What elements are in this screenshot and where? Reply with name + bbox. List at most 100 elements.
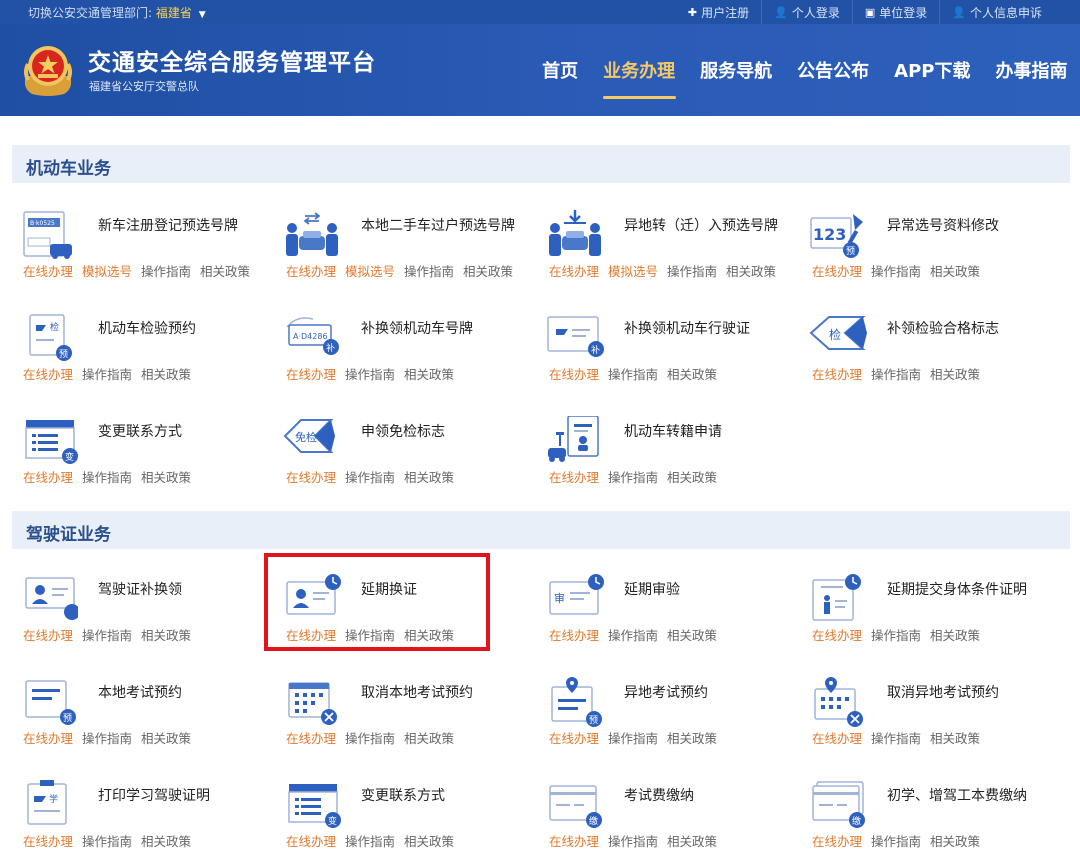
- online-handle-link[interactable]: 在线办理: [549, 261, 599, 280]
- policy-link[interactable]: 相关政策: [141, 625, 191, 644]
- region-switcher[interactable]: 切换公安交通管理部门: 福建省 ▼: [28, 4, 206, 21]
- service-name[interactable]: 机动车检验预约: [96, 319, 266, 340]
- online-handle-link[interactable]: 在线办理: [286, 831, 336, 850]
- policy-link[interactable]: 相关政策: [667, 364, 717, 383]
- mock-select-link[interactable]: 模拟选号: [345, 261, 395, 280]
- service-name[interactable]: 本地二手车过户预选号牌: [351, 216, 521, 237]
- guide-link[interactable]: 操作指南: [871, 364, 921, 383]
- service-name[interactable]: 申领免检标志: [359, 422, 529, 443]
- service-name[interactable]: 变更联系方式: [359, 786, 529, 807]
- online-handle-link[interactable]: 在线办理: [812, 728, 862, 747]
- policy-link[interactable]: 相关政策: [667, 467, 717, 486]
- guide-link[interactable]: 操作指南: [871, 831, 921, 850]
- online-handle-link[interactable]: 在线办理: [549, 625, 599, 644]
- guide-link[interactable]: 操作指南: [608, 728, 658, 747]
- guide-link[interactable]: 操作指南: [345, 728, 395, 747]
- service-name[interactable]: 取消本地考试预约: [359, 683, 529, 704]
- service-name[interactable]: 补换领机动车号牌: [359, 319, 529, 340]
- nav-business[interactable]: 业务办理: [591, 24, 688, 116]
- service-name[interactable]: 驾驶证补换领: [96, 580, 266, 601]
- service-name[interactable]: 初学、增驾工本费缴纳: [877, 786, 1047, 807]
- guide-link[interactable]: 操作指南: [141, 261, 191, 280]
- online-handle-link[interactable]: 在线办理: [549, 831, 599, 850]
- guide-link[interactable]: 操作指南: [345, 364, 395, 383]
- service-name[interactable]: 考试费缴纳: [622, 786, 792, 807]
- service-name[interactable]: 补领检验合格标志: [885, 319, 1055, 340]
- guide-link[interactable]: 操作指南: [608, 625, 658, 644]
- online-handle-link[interactable]: 在线办理: [812, 364, 862, 383]
- policy-link[interactable]: 相关政策: [726, 261, 776, 280]
- online-handle-link[interactable]: 在线办理: [812, 261, 862, 280]
- policy-link[interactable]: 相关政策: [141, 364, 191, 383]
- online-handle-link[interactable]: 在线办理: [23, 467, 73, 486]
- online-handle-link[interactable]: 在线办理: [286, 261, 336, 280]
- guide-link[interactable]: 操作指南: [404, 261, 454, 280]
- online-handle-link[interactable]: 在线办理: [286, 364, 336, 383]
- service-name[interactable]: 机动车转籍申请: [622, 422, 792, 443]
- policy-link[interactable]: 相关政策: [930, 831, 980, 850]
- guide-link[interactable]: 操作指南: [82, 728, 132, 747]
- policy-link[interactable]: 相关政策: [200, 261, 250, 280]
- policy-link[interactable]: 相关政策: [404, 364, 454, 383]
- guide-link[interactable]: 操作指南: [871, 625, 921, 644]
- service-name[interactable]: 延期提交身体条件证明: [877, 580, 1047, 601]
- service-name[interactable]: 异常选号资料修改: [885, 216, 1055, 237]
- personal-login-link[interactable]: 👤 个人登录: [761, 0, 852, 24]
- policy-link[interactable]: 相关政策: [404, 831, 454, 850]
- online-handle-link[interactable]: 在线办理: [23, 364, 73, 383]
- guide-link[interactable]: 操作指南: [345, 831, 395, 850]
- policy-link[interactable]: 相关政策: [930, 261, 980, 280]
- mock-select-link[interactable]: 模拟选号: [608, 261, 658, 280]
- guide-link[interactable]: 操作指南: [82, 364, 132, 383]
- online-handle-link[interactable]: 在线办理: [812, 625, 862, 644]
- policy-link[interactable]: 相关政策: [930, 364, 980, 383]
- policy-link[interactable]: 相关政策: [404, 467, 454, 486]
- nav-home[interactable]: 首页: [530, 24, 591, 116]
- service-name[interactable]: 延期审验: [622, 580, 792, 601]
- guide-link[interactable]: 操作指南: [608, 831, 658, 850]
- service-name[interactable]: 新车注册登记预选号牌: [88, 216, 258, 237]
- guide-link[interactable]: 操作指南: [608, 364, 658, 383]
- guide-link[interactable]: 操作指南: [82, 625, 132, 644]
- online-handle-link[interactable]: 在线办理: [23, 831, 73, 850]
- org-login-link[interactable]: ▣ 单位登录: [851, 0, 939, 24]
- nav-service-guide[interactable]: 服务导航: [688, 24, 785, 116]
- service-name[interactable]: 变更联系方式: [96, 422, 266, 443]
- guide-link[interactable]: 操作指南: [82, 831, 132, 850]
- info-appeal-link[interactable]: 👤 个人信息申诉: [939, 0, 1054, 24]
- guide-link[interactable]: 操作指南: [667, 261, 717, 280]
- policy-link[interactable]: 相关政策: [667, 625, 717, 644]
- policy-link[interactable]: 相关政策: [667, 831, 717, 850]
- policy-link[interactable]: 相关政策: [141, 728, 191, 747]
- guide-link[interactable]: 操作指南: [871, 261, 921, 280]
- online-handle-link[interactable]: 在线办理: [812, 831, 862, 850]
- online-handle-link[interactable]: 在线办理: [549, 467, 599, 486]
- online-handle-link[interactable]: 在线办理: [286, 467, 336, 486]
- mock-select-link[interactable]: 模拟选号: [82, 261, 132, 280]
- policy-link[interactable]: 相关政策: [141, 831, 191, 850]
- policy-link[interactable]: 相关政策: [930, 728, 980, 747]
- service-name[interactable]: 补换领机动车行驶证: [614, 319, 784, 340]
- guide-link[interactable]: 操作指南: [608, 467, 658, 486]
- region-value[interactable]: 福建省: [156, 6, 192, 20]
- online-handle-link[interactable]: 在线办理: [286, 728, 336, 747]
- policy-link[interactable]: 相关政策: [930, 625, 980, 644]
- policy-link[interactable]: 相关政策: [463, 261, 513, 280]
- service-name[interactable]: 本地考试预约: [96, 683, 266, 704]
- nav-app-download[interactable]: APP下载: [882, 24, 983, 116]
- online-handle-link[interactable]: 在线办理: [23, 261, 73, 280]
- nav-handling-guide[interactable]: 办事指南: [983, 24, 1080, 116]
- service-name[interactable]: 异地考试预约: [622, 683, 792, 704]
- online-handle-link[interactable]: 在线办理: [23, 625, 73, 644]
- guide-link[interactable]: 操作指南: [82, 467, 132, 486]
- caret-down-icon[interactable]: ▼: [199, 10, 206, 20]
- online-handle-link[interactable]: 在线办理: [549, 364, 599, 383]
- register-link[interactable]: ✚ 用户注册: [676, 0, 761, 24]
- online-handle-link[interactable]: 在线办理: [549, 728, 599, 747]
- service-name[interactable]: 异地转（迁）入预选号牌: [614, 216, 784, 237]
- online-handle-link[interactable]: 在线办理: [23, 728, 73, 747]
- policy-link[interactable]: 相关政策: [667, 728, 717, 747]
- service-name[interactable]: 取消异地考试预约: [885, 683, 1055, 704]
- guide-link[interactable]: 操作指南: [345, 467, 395, 486]
- nav-announcements[interactable]: 公告公布: [785, 24, 882, 116]
